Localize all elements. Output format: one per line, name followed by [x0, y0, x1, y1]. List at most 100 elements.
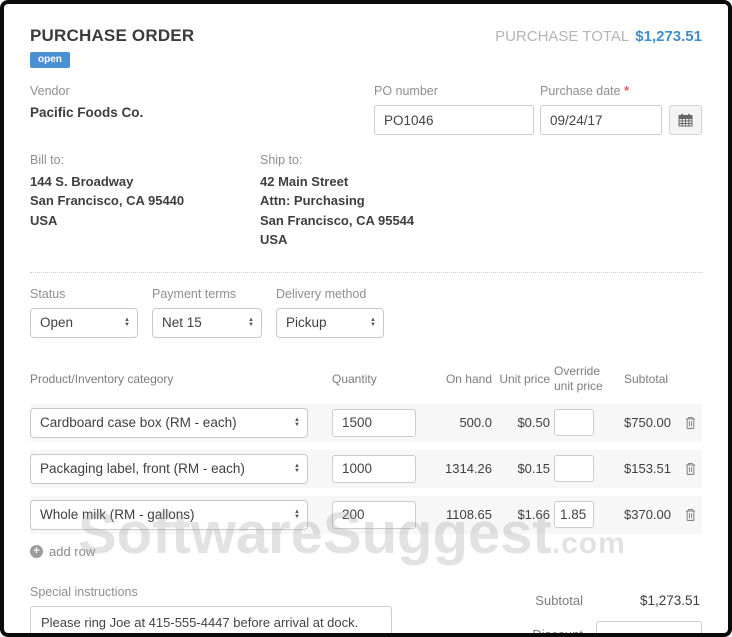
- purchase-order-form: PURCHASE ORDER open PURCHASE TOTAL $1,273…: [4, 4, 728, 633]
- title-block: PURCHASE ORDER open: [30, 26, 194, 68]
- col-header-subtotal: Subtotal: [624, 371, 669, 386]
- table-row: Whole milk (RM - gallons) ▲▼ 1108.65 $1.…: [30, 495, 702, 534]
- bill-to-block: Bill to: 144 S. Broadway San Francisco, …: [30, 151, 260, 250]
- ship-to-line: Attn: Purchasing: [260, 193, 365, 209]
- discount-input[interactable]: [596, 620, 702, 633]
- po-number-input[interactable]: [374, 105, 534, 135]
- purchase-date-block: Purchase date *: [540, 84, 702, 135]
- subtotal-value: $1,273.51: [639, 592, 700, 608]
- subtotal-label: Subtotal: [535, 592, 583, 608]
- product-select-value: Packaging label, front (RM - each): [40, 461, 245, 477]
- purchase-total-value: $1,273.51: [635, 28, 702, 45]
- quantity-input[interactable]: [332, 408, 416, 437]
- addresses-row: Bill to: 144 S. Broadway San Francisco, …: [30, 151, 702, 250]
- select-stepper-icon: ▲ ▼: [294, 508, 300, 520]
- product-select[interactable]: Packaging label, front (RM - each) ▲ ▼: [30, 453, 308, 484]
- special-instructions-label: Special instructions: [30, 584, 138, 599]
- bill-to-line: USA: [30, 212, 58, 228]
- vendor-block: Vendor Pacific Foods Co.: [30, 84, 374, 135]
- bill-to-line: San Francisco, CA 95440: [30, 193, 185, 209]
- line-subtotal-value: $370.00: [624, 507, 671, 523]
- totals-panel: Subtotal $1,273.51 Discount Tax Shipping: [430, 585, 702, 637]
- on-hand-value: 500.0: [459, 415, 492, 431]
- trash-icon: [684, 415, 697, 430]
- product-select-value: Whole milk (RM - gallons): [40, 507, 195, 523]
- required-asterisk: *: [624, 84, 629, 98]
- add-row-label: add row: [49, 543, 96, 559]
- po-number-block: PO number: [374, 84, 534, 135]
- page-title: PURCHASE ORDER: [30, 26, 195, 45]
- ship-to-label: Ship to:: [260, 153, 303, 167]
- trash-icon: [684, 507, 697, 522]
- col-header-quantity: Quantity: [332, 371, 377, 386]
- product-select-value: Cardboard case box (RM - each): [40, 415, 237, 431]
- select-stepper-icon: ▲ ▼: [248, 316, 254, 328]
- line-subtotal-value: $153.51: [624, 461, 671, 477]
- bill-to-label: Bill to:: [30, 153, 65, 167]
- vendor-name: Pacific Foods Co.: [30, 105, 144, 120]
- status-group: Status Open ▲ ▼: [30, 287, 138, 338]
- ship-to-line: San Francisco, CA 95544: [260, 212, 415, 228]
- unit-price-value: $1.66: [517, 507, 550, 523]
- product-select[interactable]: Whole milk (RM - gallons) ▲ ▼: [30, 499, 308, 530]
- on-hand-value: 1314.26: [445, 461, 492, 477]
- select-stepper-icon: ▲ ▼: [294, 462, 300, 474]
- vendor-label: Vendor: [30, 84, 70, 98]
- col-header-on-hand: On hand: [445, 371, 492, 386]
- quantity-input[interactable]: [332, 454, 416, 483]
- purchase-date-label: Purchase date *: [540, 84, 629, 98]
- payment-terms-select-value: Net 15: [162, 315, 202, 331]
- ship-to-line: 42 Main Street: [260, 173, 349, 189]
- status-badge: open: [30, 52, 70, 68]
- purchase-total-label: PURCHASE TOTAL: [495, 28, 630, 45]
- table-header-row: Product/Inventory category Quantity On h…: [30, 364, 702, 395]
- override-price-input[interactable]: [554, 409, 594, 437]
- ship-to-block: Ship to: 42 Main Street Attn: Purchasing…: [260, 151, 414, 250]
- delivery-method-select-value: Pickup: [286, 315, 327, 331]
- col-header-unit-price: Unit price: [499, 371, 550, 386]
- delivery-method-select[interactable]: Pickup ▲ ▼: [276, 307, 384, 338]
- ship-to-line: USA: [260, 232, 288, 248]
- select-stepper-icon: ▲ ▼: [124, 316, 130, 328]
- discount-label: Discount: [532, 626, 583, 637]
- override-price-input[interactable]: [554, 455, 594, 483]
- delete-row-button[interactable]: [684, 461, 702, 476]
- select-stepper-icon: ▲ ▼: [370, 316, 376, 328]
- po-number-label: PO number: [374, 84, 438, 98]
- calendar-icon: [678, 113, 693, 127]
- order-options-row: Status Open ▲ ▼ Payment terms Net 15 ▲ ▼ D…: [30, 287, 702, 338]
- purchase-date-input[interactable]: [540, 105, 662, 135]
- top-fields-row: Vendor Pacific Foods Co. PO number Purch…: [30, 84, 702, 135]
- special-instructions-textarea[interactable]: Please ring Joe at 415-555-4447 before a…: [30, 605, 392, 633]
- add-row-button[interactable]: + add row: [30, 544, 120, 559]
- delete-row-button[interactable]: [684, 507, 702, 522]
- override-price-input[interactable]: [554, 501, 594, 529]
- bill-to-line: 144 S. Broadway: [30, 173, 134, 189]
- table-row: Cardboard case box (RM - each) ▲▼ 500.0 …: [30, 403, 702, 442]
- product-select[interactable]: Cardboard case box (RM - each) ▲ ▼: [30, 407, 308, 438]
- payment-terms-label: Payment terms: [152, 286, 237, 301]
- line-subtotal-value: $750.00: [624, 415, 671, 431]
- form-header: PURCHASE ORDER open PURCHASE TOTAL $1,273…: [30, 26, 702, 68]
- delete-row-button[interactable]: [684, 415, 702, 430]
- calendar-button[interactable]: [669, 105, 702, 135]
- table-row: Packaging label, front (RM - each) ▲▼ 13…: [30, 449, 702, 488]
- bottom-section: Special instructions Please ring Joe at …: [30, 584, 702, 637]
- trash-icon: [684, 461, 697, 476]
- special-instructions-block: Special instructions Please ring Joe at …: [30, 584, 392, 633]
- payment-terms-group: Payment terms Net 15 ▲ ▼: [152, 287, 262, 338]
- delivery-method-group: Delivery method Pickup ▲ ▼: [276, 287, 384, 338]
- unit-price-value: $0.50: [517, 415, 550, 431]
- delivery-method-label: Delivery method: [276, 286, 367, 301]
- purchase-order-window: PURCHASE ORDER open PURCHASE TOTAL $1,273…: [0, 0, 732, 637]
- unit-price-value: $0.15: [517, 461, 550, 477]
- payment-terms-select[interactable]: Net 15 ▲ ▼: [152, 307, 262, 338]
- subtotal-row: Subtotal $1,273.51: [430, 587, 702, 614]
- line-items-table: Product/Inventory category Quantity On h…: [30, 364, 702, 559]
- status-select[interactable]: Open ▲ ▼: [30, 307, 138, 338]
- plus-icon: +: [30, 544, 43, 558]
- purchase-total-top: PURCHASE TOTAL $1,273.51: [495, 28, 702, 45]
- col-header-product: Product/Inventory category: [30, 371, 174, 386]
- select-stepper-icon: ▲ ▼: [294, 416, 300, 428]
- quantity-input[interactable]: [332, 500, 416, 529]
